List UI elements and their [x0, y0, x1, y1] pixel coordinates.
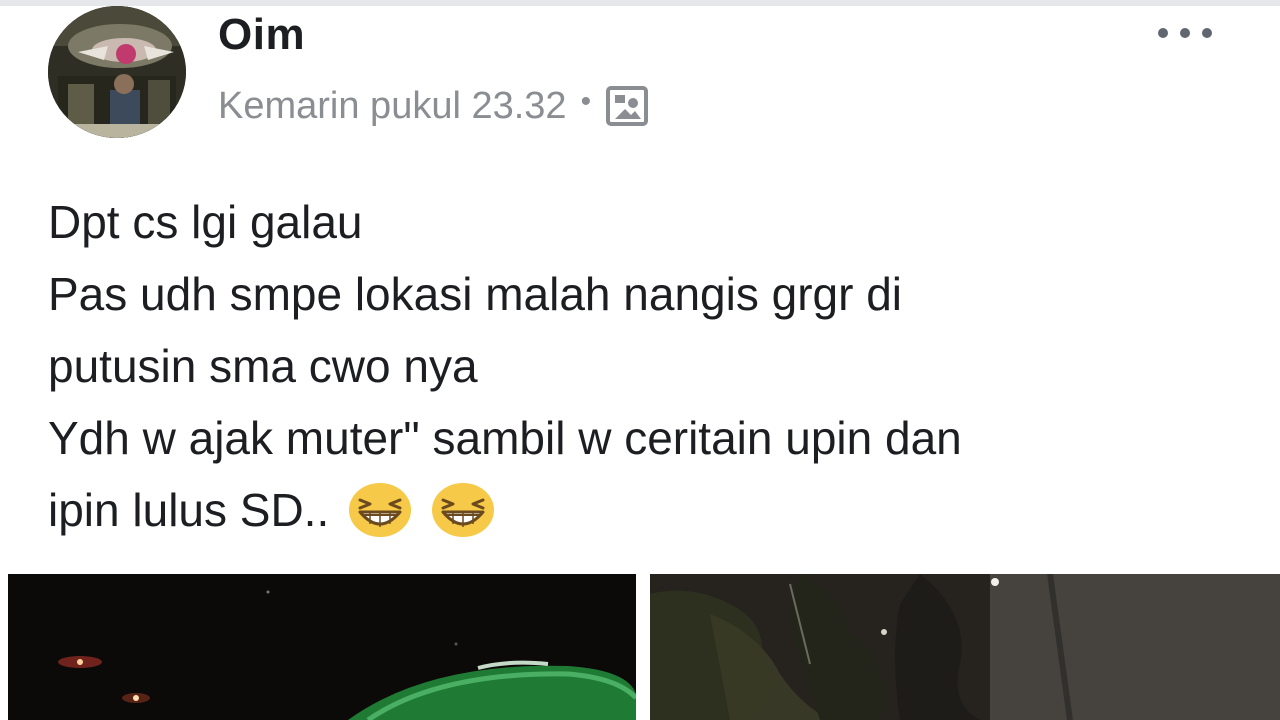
- avatar-image: [48, 6, 186, 138]
- post-line: putusin sma cwo nya: [48, 340, 478, 392]
- post-line: Ydh w ajak muter" sambil w ceritain upin…: [48, 412, 962, 464]
- post-meta: Kemarin pukul 23.32 •: [218, 82, 649, 130]
- more-options-icon[interactable]: [1150, 8, 1220, 52]
- author-name[interactable]: Oim: [218, 10, 305, 60]
- post-line-last: ipin lulus SD..: [48, 474, 1248, 546]
- meta-separator: •: [580, 85, 592, 118]
- post-line-text: ipin lulus SD..: [48, 484, 330, 536]
- post-line: Dpt cs lgi galau: [48, 196, 363, 248]
- grinning-squinting-face-emoji: [348, 482, 412, 538]
- facebook-post: Oim Kemarin pukul 23.32 • Dpt cs lgi gal…: [0, 0, 1280, 720]
- post-photo-right[interactable]: [650, 574, 1280, 720]
- post-timestamp[interactable]: Kemarin pukul 23.32: [218, 85, 567, 128]
- author-avatar[interactable]: [48, 6, 186, 138]
- post-message: Dpt cs lgi galau Pas udh smpe lokasi mal…: [48, 186, 1248, 546]
- photo-album-icon[interactable]: [605, 85, 649, 127]
- card-top-border: [0, 0, 1280, 6]
- grinning-squinting-face-emoji: [431, 482, 495, 538]
- post-line: Pas udh smpe lokasi malah nangis grgr di: [48, 268, 903, 320]
- night-street-photo: [8, 574, 636, 720]
- night-trees-photo: [650, 574, 1280, 720]
- post-photo-left[interactable]: [8, 574, 636, 720]
